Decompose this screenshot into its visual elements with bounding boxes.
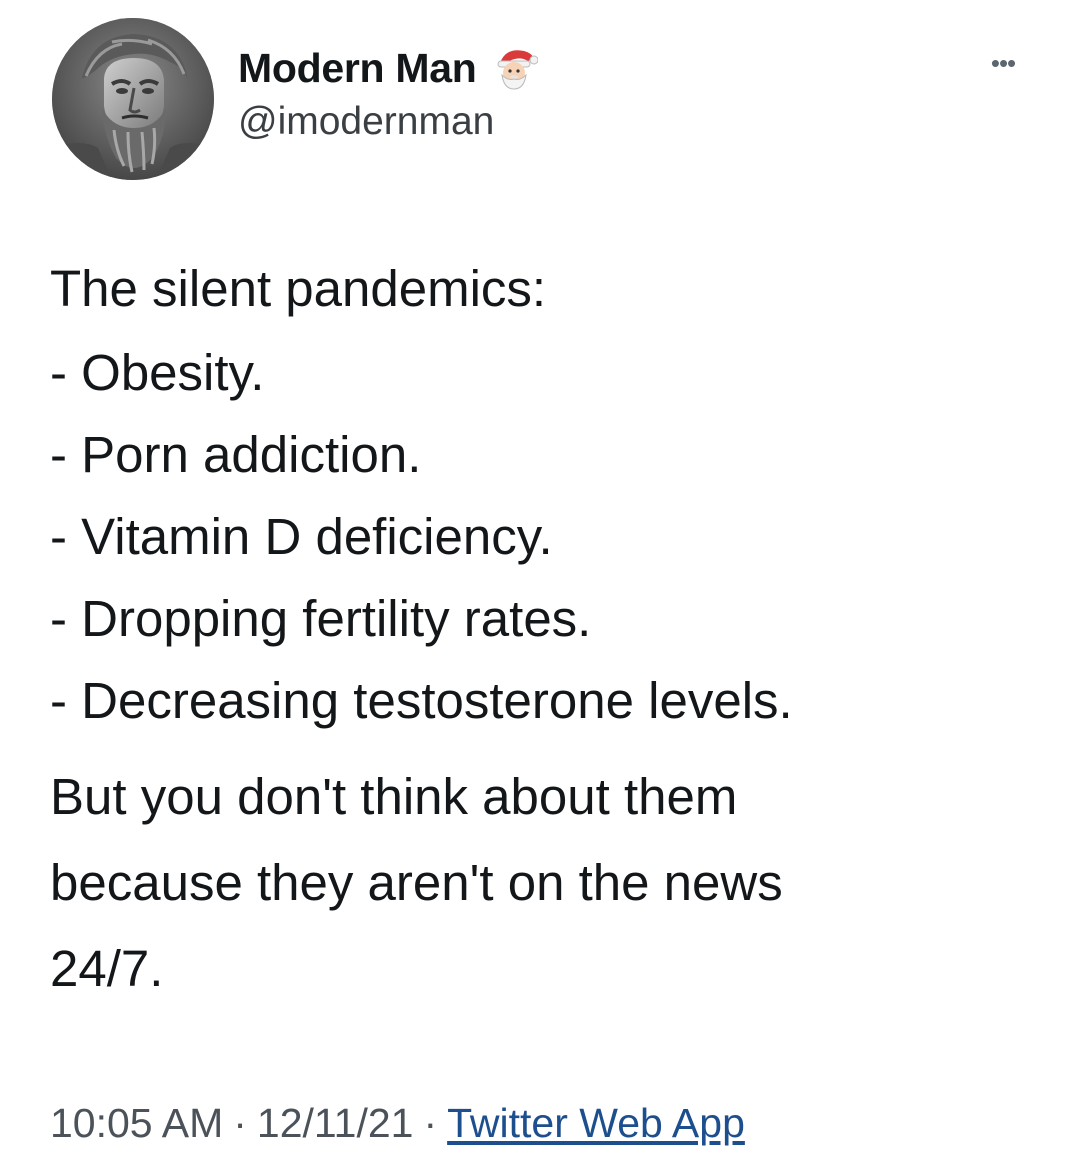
meta-separator: · [423, 1100, 438, 1146]
avatar[interactable] [52, 18, 214, 180]
author-handle[interactable]: @imodernman [238, 100, 494, 144]
closing-line: But you don't think about them [50, 768, 738, 825]
tweet-text: The silent pandemics: - Obesity. - Porn … [50, 248, 1040, 1012]
closing-line: 24/7. [50, 940, 164, 997]
santa-emoji-icon [492, 45, 539, 91]
author-display-name[interactable]: Modern Man [238, 45, 477, 92]
tweet-card: Modern Man @imodernman ••• The silent pa… [0, 0, 1080, 1157]
list-item: - Decreasing testosterone levels. [50, 672, 793, 729]
list-item: - Porn addiction. [50, 426, 422, 483]
list-item: - Dropping fertility rates. [50, 590, 592, 647]
tweet-date[interactable]: 12/11/21 [257, 1100, 414, 1146]
tweet-list: - Obesity. - Porn addiction. - Vitamin D… [50, 332, 1040, 742]
more-options-button[interactable]: ••• [983, 48, 1023, 78]
list-item: - Obesity. [50, 344, 265, 401]
source-app-link[interactable]: Twitter Web App [447, 1100, 745, 1146]
ellipsis-icon: ••• [990, 48, 1016, 78]
tweet-closing: But you don't think about them because t… [50, 754, 1040, 1012]
closing-line: because they aren't on the news [50, 854, 783, 911]
tweet-meta: 10:05 AM · 12/11/21 · Twitter Web App [50, 1100, 745, 1147]
tweet-intro: The silent pandemics: [50, 260, 547, 317]
bearded-statue-avatar-image [52, 18, 214, 180]
meta-separator: · [233, 1100, 247, 1146]
author-name-row: Modern Man [238, 40, 539, 96]
tweet-time[interactable]: 10:05 AM [50, 1100, 223, 1146]
list-item: - Vitamin D deficiency. [50, 508, 553, 565]
